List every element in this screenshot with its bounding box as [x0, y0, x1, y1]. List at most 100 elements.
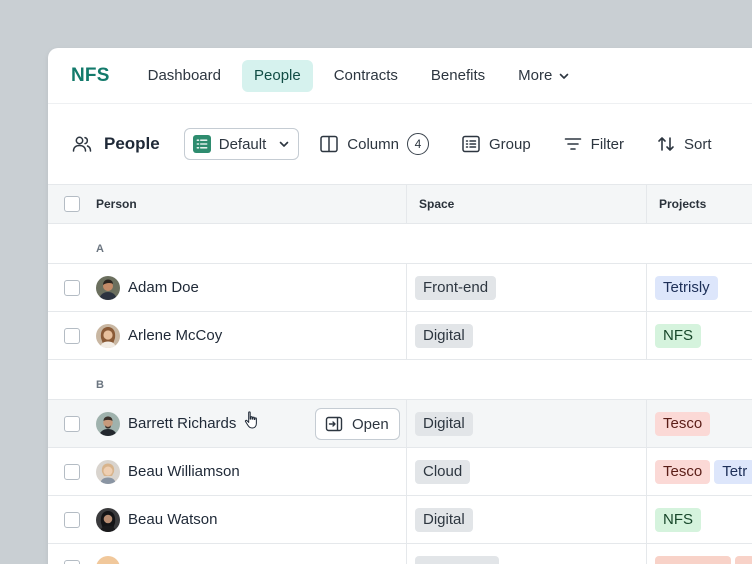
hand-pointer-cursor-icon [244, 410, 259, 435]
person-name[interactable]: Beau Watson [128, 511, 218, 528]
person-name[interactable]: Adam Doe [128, 279, 199, 296]
row-checkbox[interactable] [64, 559, 80, 564]
app-logo[interactable]: NFS [71, 65, 110, 87]
nav-people[interactable]: People [242, 59, 313, 92]
person-cell: Barrett Richards Open [48, 400, 407, 447]
space-cell: Digital [407, 400, 647, 447]
space-tag: Digital [415, 507, 473, 532]
project-tag: Tesco [655, 459, 711, 484]
person-cell: Beau Williamson [48, 448, 407, 495]
view-select[interactable]: Default [183, 128, 300, 160]
column-count-badge: 4 [406, 133, 429, 155]
project-tag: Tetr [714, 459, 752, 484]
space-tag: Front-end [415, 275, 497, 300]
select-all-checkbox[interactable] [64, 196, 80, 212]
column-button-label: Column [347, 135, 399, 153]
space-tag: Digital [415, 323, 473, 348]
table-row[interactable]: Adam Doe Front-end Tetrisly [48, 264, 752, 312]
sort-icon [656, 134, 676, 154]
group-header-a: A [48, 224, 752, 264]
header-person-cell: Person [48, 185, 407, 223]
table-view-icon [192, 135, 211, 153]
table-row[interactable] [48, 544, 752, 564]
space-cell: Front-end [407, 264, 647, 311]
chevron-down-icon [279, 141, 289, 147]
projects-cell [647, 544, 752, 564]
header-projects[interactable]: Projects [659, 197, 706, 211]
filter-icon [563, 134, 583, 154]
filter-button[interactable]: Filter [563, 134, 624, 154]
person-cell: Beau Watson [48, 496, 407, 543]
project-tag: NFS [655, 507, 701, 532]
view-select-label: Default [218, 135, 267, 153]
people-icon [72, 134, 92, 154]
avatar [96, 275, 120, 300]
projects-cell: NFS [647, 496, 752, 543]
avatar [96, 323, 120, 348]
avatar [96, 555, 120, 564]
space-cell: Cloud [407, 448, 647, 495]
page-title: People [72, 134, 160, 154]
header-space-cell: Space [407, 185, 647, 223]
sort-button-label: Sort [684, 135, 712, 153]
person-name[interactable]: Arlene McCoy [128, 327, 222, 344]
open-panel-icon [325, 416, 343, 432]
group-button[interactable]: Group [461, 134, 531, 154]
project-tag: Tesco [655, 411, 711, 436]
projects-cell: Tesco Tetr [647, 448, 752, 495]
space-cell: Digital [407, 496, 647, 543]
project-tag [655, 555, 731, 564]
person-cell: Arlene McCoy [48, 312, 407, 359]
toolbar: People Default Column 4 Group Filter Sor… [48, 104, 752, 184]
project-tag [735, 555, 752, 564]
table-row[interactable]: Arlene McCoy Digital NFS [48, 312, 752, 360]
person-cell: Adam Doe [48, 264, 407, 311]
avatar [96, 411, 120, 436]
open-record-button[interactable]: Open [315, 408, 400, 440]
row-checkbox[interactable] [64, 327, 80, 344]
top-navigation: NFS Dashboard People Contracts Benefits … [48, 48, 752, 104]
space-cell [407, 544, 647, 564]
header-projects-cell: Projects [647, 185, 752, 223]
group-header-b: B [48, 360, 752, 400]
projects-cell: Tesco [647, 400, 752, 447]
row-checkbox[interactable] [64, 415, 80, 432]
nav-more[interactable]: More [506, 60, 582, 92]
column-button[interactable]: Column 4 [319, 133, 429, 155]
row-checkbox[interactable] [64, 511, 80, 528]
person-cell [48, 544, 407, 564]
people-table: Person Space Projects A Adam Doe Front-e… [48, 184, 752, 564]
table-row[interactable]: Beau Williamson Cloud Tesco Tetr [48, 448, 752, 496]
space-tag [415, 555, 499, 564]
space-tag: Cloud [415, 459, 471, 484]
project-tag: NFS [655, 323, 701, 348]
header-space[interactable]: Space [419, 197, 454, 211]
avatar [96, 507, 120, 532]
person-name[interactable]: Barrett Richards [128, 415, 236, 432]
nav-benefits[interactable]: Benefits [419, 60, 497, 92]
header-person[interactable]: Person [96, 197, 137, 211]
row-checkbox[interactable] [64, 279, 80, 296]
space-cell: Digital [407, 312, 647, 359]
chevron-down-icon [560, 73, 569, 79]
projects-cell: NFS [647, 312, 752, 359]
group-button-label: Group [488, 135, 531, 153]
table-row[interactable]: Barrett Richards Open Digital Tesco [48, 400, 752, 448]
person-name[interactable]: Beau Williamson [128, 463, 240, 480]
project-tag: Tetrisly [655, 275, 718, 300]
nav-dashboard[interactable]: Dashboard [136, 60, 233, 92]
nav-contracts[interactable]: Contracts [322, 60, 410, 92]
columns-icon [319, 134, 339, 154]
space-tag: Digital [415, 411, 473, 436]
table-row[interactable]: Beau Watson Digital NFS [48, 496, 752, 544]
group-icon [461, 134, 481, 154]
avatar [96, 459, 120, 484]
projects-cell: Tetrisly [647, 264, 752, 311]
row-checkbox[interactable] [64, 463, 80, 480]
filter-button-label: Filter [590, 135, 625, 153]
open-record-label: Open [352, 415, 389, 433]
app-window: NFS Dashboard People Contracts Benefits … [48, 48, 752, 564]
page-title-text: People [104, 134, 160, 153]
nav-more-label: More [518, 67, 553, 84]
sort-button[interactable]: Sort [656, 134, 712, 154]
